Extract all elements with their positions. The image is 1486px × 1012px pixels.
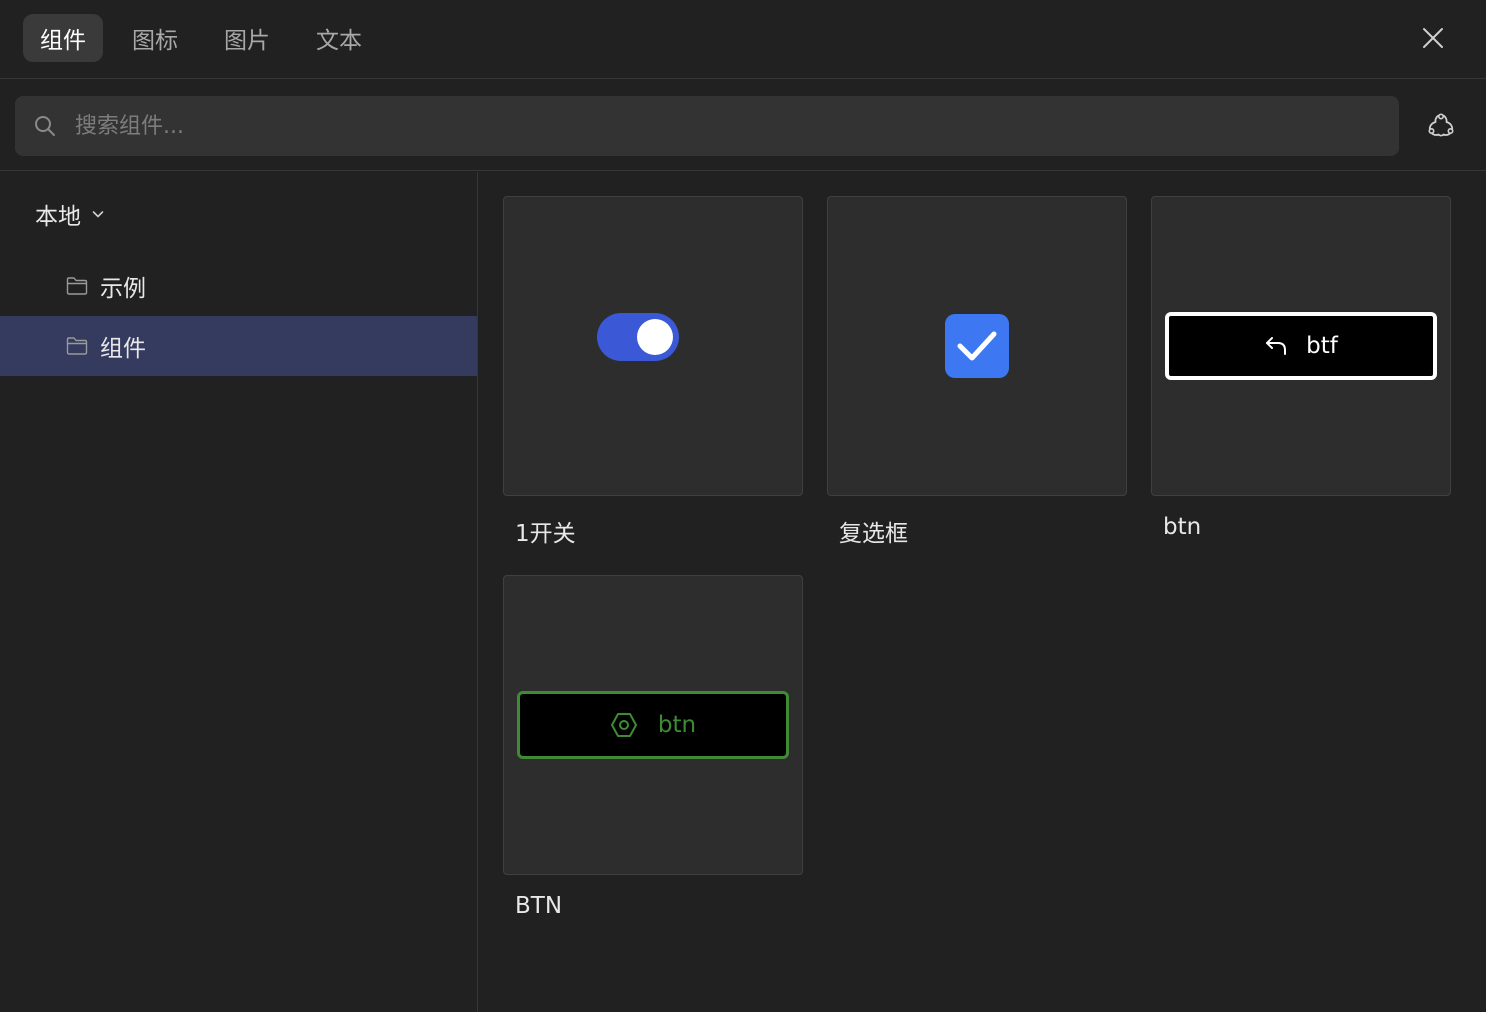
search-input[interactable]	[75, 96, 1375, 156]
tab-icons[interactable]: 图标	[115, 14, 195, 62]
btf-button-preview: btf	[1165, 312, 1437, 380]
check-icon	[957, 331, 997, 361]
tab-images[interactable]: 图片	[207, 14, 287, 62]
close-icon	[1423, 28, 1443, 48]
undo-arrow-icon	[1266, 337, 1287, 355]
tab-text[interactable]: 文本	[299, 14, 379, 62]
component-card-BTN[interactable]: btn	[503, 575, 803, 875]
search-row	[0, 79, 1486, 171]
close-button[interactable]	[1417, 22, 1449, 54]
component-card-checkbox[interactable]	[827, 196, 1127, 496]
sidebar-item-label: 示例	[100, 276, 146, 302]
component-card-btn[interactable]: btf	[1151, 196, 1451, 496]
toggle-switch-preview	[597, 313, 679, 361]
tab-bar: 组件 图标 图片 文本	[0, 0, 1486, 79]
component-label: btn	[1163, 514, 1202, 540]
sidebar-item-components[interactable]: 组件	[0, 316, 477, 376]
sidebar-item-label: 组件	[100, 336, 146, 362]
sidebar-item-examples[interactable]: 示例	[0, 256, 477, 316]
button-text: btn	[657, 712, 697, 738]
button-text: btf	[1306, 333, 1338, 359]
folder-icon	[66, 277, 88, 295]
section-local-label: 本地	[35, 204, 81, 230]
sidebar: 本地 示例 组件	[0, 172, 478, 1012]
tab-components[interactable]: 组件	[23, 14, 103, 62]
folder-icon	[66, 337, 88, 355]
component-label: 复选框	[839, 521, 908, 547]
component-label: 1开关	[515, 521, 576, 547]
section-local[interactable]: 本地	[35, 198, 105, 230]
chevron-down-icon	[92, 211, 104, 218]
component-label: BTN	[515, 893, 563, 919]
search-icon	[35, 116, 55, 136]
hexagon-icon	[610, 713, 637, 737]
green-button-preview: btn	[517, 691, 789, 759]
toggle-knob	[637, 319, 673, 355]
plugin-button[interactable]	[1424, 109, 1458, 143]
component-card-toggle[interactable]	[503, 196, 803, 496]
checkbox-preview	[945, 314, 1009, 378]
plugin-icon	[1428, 113, 1454, 137]
search-box	[15, 96, 1399, 156]
